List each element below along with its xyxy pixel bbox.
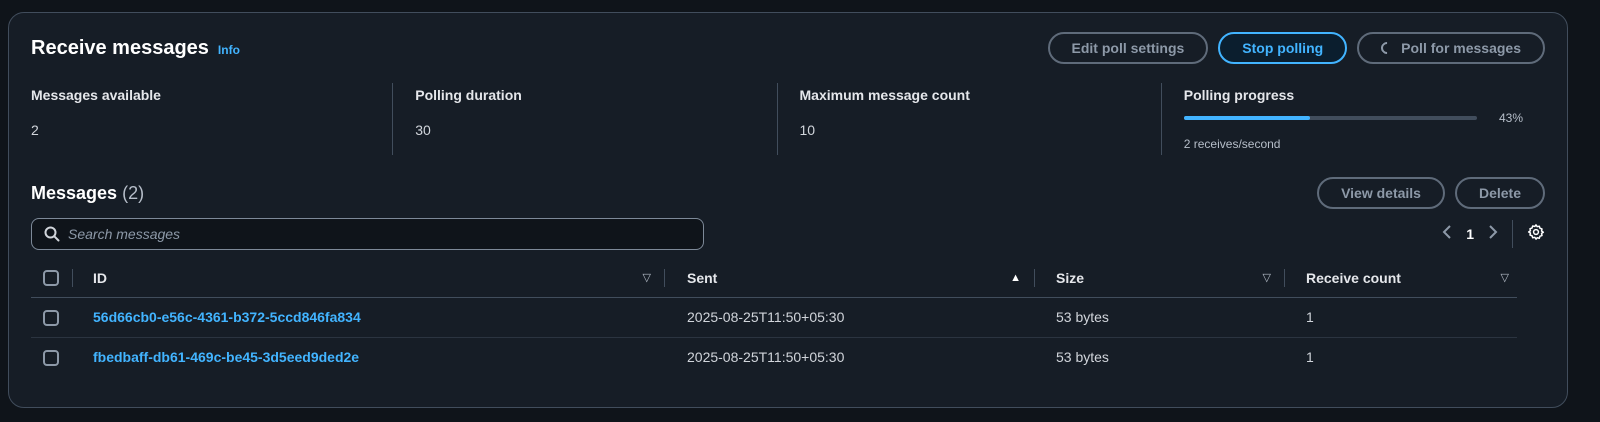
row-select-cell bbox=[31, 337, 73, 377]
table-row[interactable]: fbedbaff-db61-469c-be45-3d5eed9ded2e 202… bbox=[31, 337, 1517, 377]
message-id-cell: fbedbaff-db61-469c-be45-3d5eed9ded2e bbox=[73, 337, 665, 377]
message-sent-cell: 2025-08-25T11:50+05:30 bbox=[665, 297, 1035, 338]
sort-caret-down-icon: ▽ bbox=[1500, 272, 1509, 285]
message-size-cell: 53 bytes bbox=[1056, 349, 1109, 366]
row-checkbox[interactable] bbox=[43, 309, 59, 326]
column-header-label: Size bbox=[1056, 269, 1085, 286]
stat-value: 2 bbox=[31, 122, 39, 138]
receive-messages-panel: Receive messages Info Edit poll settings… bbox=[8, 12, 1568, 408]
search-box bbox=[31, 218, 704, 250]
message-receive-count-cell: 1 bbox=[1285, 297, 1517, 338]
stat-label: Messages available bbox=[31, 87, 161, 103]
message-id-cell: 56d66cb0-e56c-4361-b372-5ccd846fa834 bbox=[73, 297, 665, 338]
message-sent-cell: 2025-08-25T11:50+05:30 bbox=[687, 349, 845, 366]
column-header-label: ID bbox=[93, 269, 107, 286]
column-header-id[interactable]: ID ▽ bbox=[73, 259, 665, 298]
stat-polling-duration: Polling duration 30 bbox=[392, 83, 776, 155]
progress-percent: 43% bbox=[1498, 111, 1523, 125]
message-id-link[interactable]: 56d66cb0-e56c-4361-b372-5ccd846fa834 bbox=[93, 309, 361, 325]
sort-caret-down-icon: ▽ bbox=[642, 272, 651, 285]
column-header-size[interactable]: Size ▽ bbox=[1035, 259, 1285, 298]
current-page[interactable]: 1 bbox=[1466, 226, 1474, 242]
view-details-label: View details bbox=[1341, 185, 1421, 201]
stat-value: 10 bbox=[799, 122, 816, 138]
next-page-icon[interactable] bbox=[1488, 224, 1498, 244]
prev-page-icon[interactable] bbox=[1442, 224, 1452, 244]
message-id-link[interactable]: fbedbaff-db61-469c-be45-3d5eed9ded2e bbox=[93, 349, 359, 365]
select-all-checkbox[interactable] bbox=[43, 270, 59, 287]
panel-header: Receive messages Info Edit poll settings… bbox=[31, 31, 1545, 65]
search-icon bbox=[44, 226, 60, 242]
select-all-cell bbox=[31, 259, 73, 298]
progress-bar-fill bbox=[1183, 116, 1310, 120]
row-checkbox[interactable] bbox=[43, 349, 59, 366]
stop-polling-button[interactable]: Stop polling bbox=[1218, 32, 1348, 64]
messages-header: Messages (2) View details Delete bbox=[31, 177, 1545, 209]
pager-divider bbox=[1512, 220, 1513, 248]
column-header-label: Receive count bbox=[1306, 269, 1401, 286]
page-title: Receive messages bbox=[31, 36, 209, 59]
title-wrap: Receive messages Info bbox=[31, 37, 240, 60]
row-select-cell bbox=[31, 297, 73, 338]
stat-messages-available: Messages available 2 bbox=[31, 83, 392, 155]
table-row[interactable]: 56d66cb0-e56c-4361-b372-5ccd846fa834 202… bbox=[31, 297, 1517, 338]
messages-title-text: Messages bbox=[31, 182, 118, 203]
messages-title: Messages (2) bbox=[31, 183, 144, 204]
polling-stats: Messages available 2 Polling duration 30… bbox=[31, 83, 1545, 155]
messages-actions: View details Delete bbox=[1317, 177, 1545, 209]
edit-poll-settings-button[interactable]: Edit poll settings bbox=[1047, 32, 1209, 64]
delete-label: Delete bbox=[1478, 185, 1521, 201]
info-link[interactable]: Info bbox=[218, 43, 240, 57]
pagination: 1 bbox=[1442, 218, 1545, 250]
message-receive-count-cell: 1 bbox=[1306, 349, 1314, 366]
stat-label: Maximum message count bbox=[799, 87, 970, 103]
header-actions: Edit poll settings Stop polling Poll for… bbox=[1047, 32, 1545, 64]
stat-polling-progress: Polling progress 43% 2 receives/second bbox=[1160, 83, 1545, 155]
table-header-row: ID ▽ Sent ▲ Size ▽ Receive count ▽ bbox=[31, 259, 1517, 298]
search-input[interactable] bbox=[68, 226, 703, 242]
edit-poll-settings-label: Edit poll settings bbox=[1071, 40, 1185, 56]
column-header-receive-count[interactable]: Receive count ▽ bbox=[1285, 259, 1517, 298]
messages-count: (2) bbox=[122, 182, 145, 203]
view-details-button[interactable]: View details bbox=[1317, 177, 1445, 209]
stat-label: Polling duration bbox=[415, 87, 522, 103]
loading-spinner-icon bbox=[1378, 39, 1396, 57]
sort-caret-down-icon: ▽ bbox=[1262, 272, 1271, 285]
sort-caret-up-icon: ▲ bbox=[1010, 271, 1021, 284]
messages-table: ID ▽ Sent ▲ Size ▽ Receive count ▽ 56d66… bbox=[31, 259, 1517, 377]
stat-value: 30 bbox=[415, 122, 431, 138]
column-header-label: Sent bbox=[687, 269, 718, 286]
progress-rate: 2 receives/second bbox=[1183, 137, 1281, 151]
poll-for-messages-label: Poll for messages bbox=[1401, 40, 1521, 56]
delete-button[interactable]: Delete bbox=[1454, 177, 1545, 209]
progress-row: 43% bbox=[1183, 111, 1523, 125]
stat-max-message-count: Maximum message count 10 bbox=[776, 83, 1161, 155]
progress-bar bbox=[1183, 116, 1477, 120]
column-header-sent[interactable]: Sent ▲ bbox=[665, 259, 1035, 298]
poll-for-messages-button[interactable]: Poll for messages bbox=[1357, 32, 1545, 64]
stat-label: Polling progress bbox=[1183, 87, 1295, 103]
stop-polling-label: Stop polling bbox=[1242, 40, 1324, 56]
message-size-cell: 53 bytes bbox=[1035, 297, 1285, 338]
settings-gear-icon[interactable] bbox=[1527, 223, 1545, 246]
